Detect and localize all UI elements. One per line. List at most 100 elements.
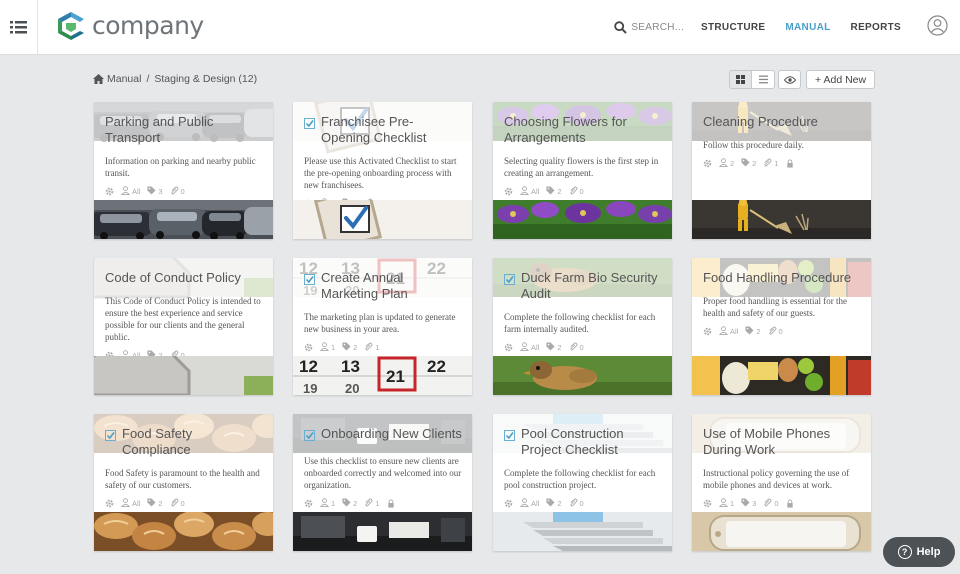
card-image[interactable]: [293, 200, 472, 239]
assignees-count: 1: [730, 499, 735, 508]
nav-structure[interactable]: STRUCTURE: [701, 22, 765, 33]
card-description: Use this checklist to ensure new clients…: [304, 456, 462, 490]
tags: 3: [741, 498, 756, 509]
attachments-count: 0: [180, 499, 185, 508]
settings-icon[interactable]: [504, 343, 513, 352]
attachments-count: 1: [375, 343, 380, 352]
manual-card[interactable]: Code of Conduct Policy This Code of Cond…: [94, 258, 273, 395]
manual-card[interactable]: Food Handling Procedure Proper food hand…: [692, 258, 871, 395]
company-logo[interactable]: company: [56, 10, 204, 40]
card-image[interactable]: [493, 356, 672, 395]
card-image[interactable]: 12 13 21 22 19 20: [293, 356, 472, 395]
tag-icon: [741, 498, 750, 509]
grid-view-button[interactable]: [729, 70, 752, 89]
settings-icon[interactable]: [105, 187, 114, 196]
lock-icon: [387, 499, 395, 508]
paperclip-icon: [364, 498, 373, 509]
manual-card[interactable]: Franchisee Pre-Opening Checklist Please …: [293, 102, 472, 239]
settings-icon[interactable]: [703, 499, 712, 508]
settings-icon[interactable]: [504, 499, 513, 508]
search-button[interactable]: SEARCH...: [614, 21, 684, 34]
card-title-row: Cleaning Procedure: [703, 114, 861, 130]
card-image[interactable]: [692, 512, 871, 551]
card-image[interactable]: [493, 200, 672, 239]
manual-card[interactable]: Use of Mobile Phones During Work Instruc…: [692, 414, 871, 551]
paperclip-icon: [763, 158, 772, 169]
card-title[interactable]: Parking and Public Transport: [105, 114, 263, 146]
settings-icon[interactable]: [304, 499, 313, 508]
card-title[interactable]: Code of Conduct Policy: [105, 270, 241, 286]
card-title-row: Onboarding New Clients: [304, 426, 462, 446]
attachments-count: 0: [180, 187, 185, 196]
card-title[interactable]: Onboarding New Clients: [321, 426, 462, 442]
card-title-row: Choosing Flowers for Arrangements: [504, 114, 662, 146]
settings-icon[interactable]: [105, 499, 114, 508]
logo-text: company: [92, 10, 204, 40]
settings-icon[interactable]: [304, 343, 313, 352]
company-logo-icon: [58, 12, 84, 40]
users-icon: [519, 498, 530, 509]
attachments-count: 1: [774, 159, 779, 168]
card-image[interactable]: [493, 512, 672, 551]
profile-button[interactable]: [927, 14, 948, 41]
view-toolbar: + Add New: [729, 70, 876, 89]
card-description: Instructional policy governing the use o…: [703, 468, 850, 490]
card-image[interactable]: [94, 200, 273, 239]
add-new-button[interactable]: + Add New: [806, 70, 876, 89]
paperclip-icon: [569, 498, 578, 509]
settings-icon[interactable]: [504, 187, 513, 196]
card-image[interactable]: [94, 512, 273, 551]
tags: 2: [741, 158, 756, 169]
lock-icon: [786, 159, 794, 168]
help-label: Help: [916, 546, 941, 558]
top-header: company SEARCH... STRUCTURE MANUAL REPOR…: [0, 0, 960, 55]
card-image[interactable]: [692, 356, 871, 395]
settings-icon[interactable]: [703, 327, 712, 336]
card-title[interactable]: Pool Construction Project Checklist: [521, 426, 662, 458]
card-description: Information on parking and nearby public…: [105, 156, 256, 178]
users-icon: [519, 186, 530, 197]
card-image[interactable]: [293, 512, 472, 551]
manual-card[interactable]: Onboarding New Clients Use this checklis…: [293, 414, 472, 551]
card-title[interactable]: Create Annual Marketing Plan: [321, 270, 462, 302]
preview-button[interactable]: [778, 70, 801, 89]
card-content: Pool Construction Project Checklist Comp…: [493, 414, 672, 509]
card-description: This Code of Conduct Policy is intended …: [105, 296, 261, 342]
user-avatar-icon: [927, 14, 948, 36]
nav-manual[interactable]: MANUAL: [785, 22, 830, 33]
list-view-button[interactable]: [752, 70, 775, 89]
checklist-icon: [504, 428, 515, 446]
paperclip-icon: [170, 186, 179, 197]
list-icon: [758, 75, 768, 84]
tags: 2: [342, 498, 357, 509]
assignees: 2: [718, 158, 734, 169]
card-image[interactable]: [94, 356, 273, 395]
search-icon: [614, 21, 628, 34]
card-description: Selecting quality flowers is the first s…: [504, 156, 659, 178]
manual-card[interactable]: Pool Construction Project Checklist Comp…: [493, 414, 672, 551]
card-title-row: Use of Mobile Phones During Work: [703, 426, 861, 458]
card-description: Food Safety is paramount to the health a…: [105, 468, 260, 490]
manual-card[interactable]: Duck Farm Bio Security Audit Complete th…: [493, 258, 672, 395]
help-button[interactable]: ? Help: [883, 537, 955, 567]
card-title[interactable]: Food Safety Compliance: [122, 426, 263, 458]
breadcrumb: Manual / Staging & Design (12): [93, 73, 257, 85]
card-title[interactable]: Duck Farm Bio Security Audit: [521, 270, 662, 302]
card-content: Duck Farm Bio Security Audit Complete th…: [493, 258, 672, 353]
card-title[interactable]: Use of Mobile Phones During Work: [703, 426, 861, 458]
manual-card[interactable]: Choosing Flowers for Arrangements Select…: [493, 102, 672, 239]
card-title[interactable]: Choosing Flowers for Arrangements: [504, 114, 662, 146]
manual-card[interactable]: Food Safety Compliance Food Safety is pa…: [94, 414, 273, 551]
card-title[interactable]: Food Handling Procedure: [703, 270, 851, 286]
assignees: All: [519, 342, 539, 353]
card-title[interactable]: Cleaning Procedure: [703, 114, 818, 130]
hamburger-menu-button[interactable]: [0, 0, 38, 55]
breadcrumb-root[interactable]: Manual: [107, 73, 141, 85]
manual-card[interactable]: Cleaning Procedure Follow this procedure…: [692, 102, 871, 239]
card-image[interactable]: [692, 200, 871, 239]
nav-reports[interactable]: REPORTS: [851, 22, 901, 33]
settings-icon[interactable]: [703, 159, 712, 168]
manual-card[interactable]: Parking and Public Transport Information…: [94, 102, 273, 239]
card-title[interactable]: Franchisee Pre-Opening Checklist: [321, 114, 462, 146]
manual-card[interactable]: 12 13 21 22 19 20 Create Annual Marketin…: [293, 258, 472, 395]
